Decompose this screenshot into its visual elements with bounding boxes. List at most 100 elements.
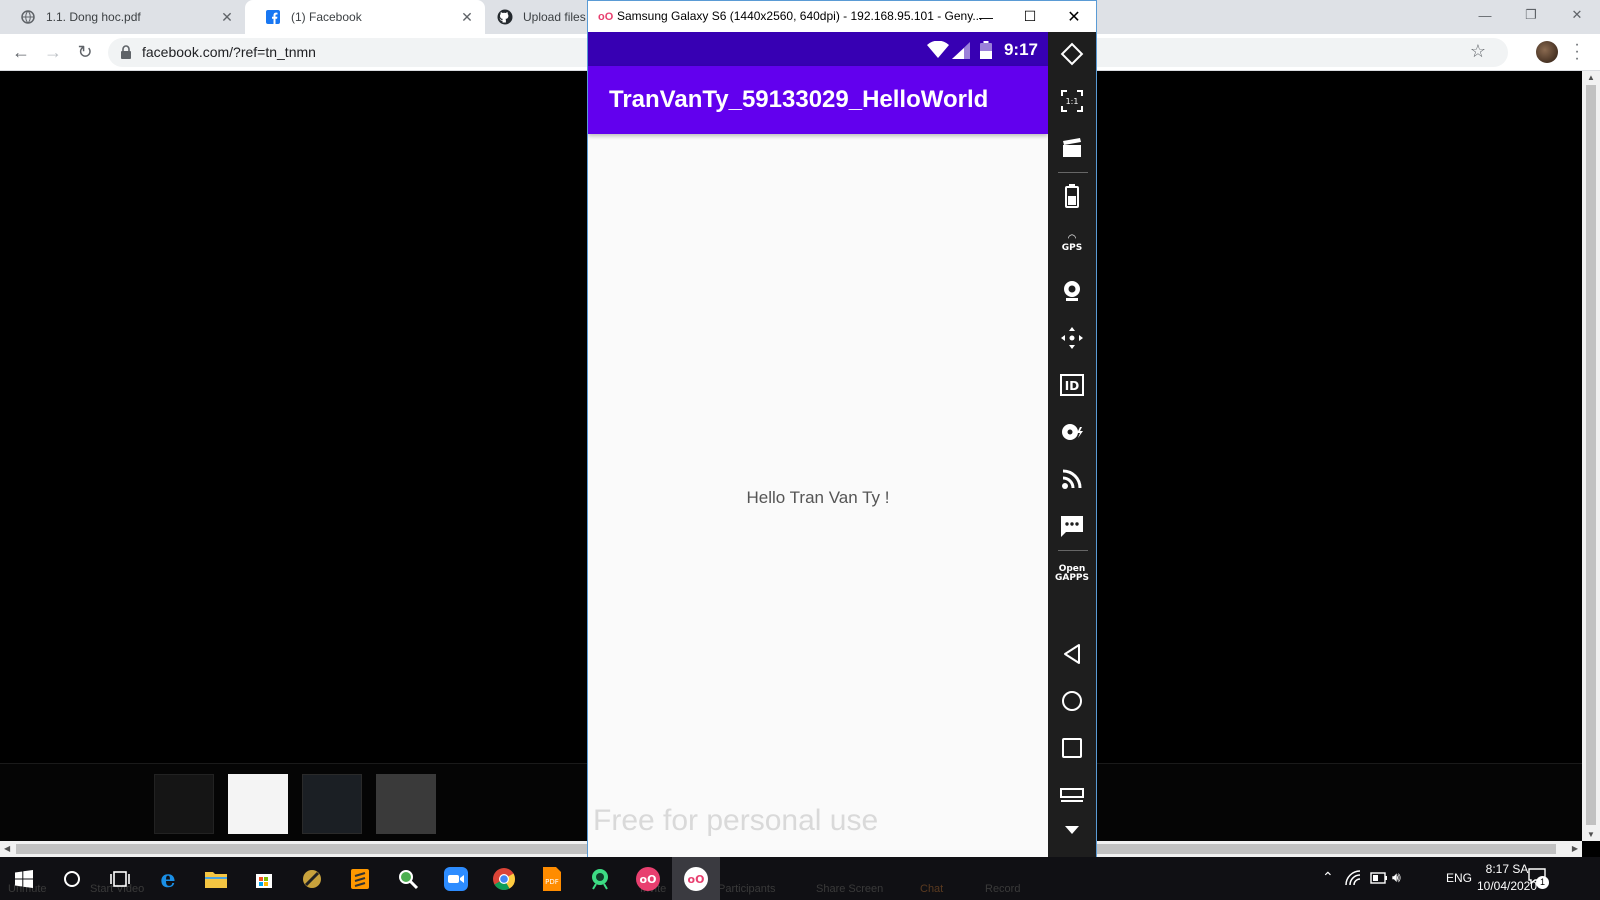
thumbnail[interactable] bbox=[376, 774, 436, 834]
home-icon[interactable] bbox=[1048, 681, 1096, 721]
taskbar-tool[interactable] bbox=[288, 857, 336, 900]
scroll-down-icon[interactable]: ▼ bbox=[1587, 830, 1595, 839]
taskbar-genymotion-player[interactable]: oO bbox=[672, 857, 720, 900]
zoom-record-label: Record bbox=[985, 883, 1021, 895]
network-icon[interactable] bbox=[1345, 870, 1363, 886]
zoom-chat-label: Chat bbox=[920, 883, 944, 895]
close-icon[interactable]: ✕ bbox=[459, 9, 475, 25]
disk-io-icon[interactable] bbox=[1048, 412, 1096, 452]
scroll-right-icon[interactable]: ▶ bbox=[1572, 844, 1578, 853]
taskbar-genymotion[interactable]: oO bbox=[624, 857, 672, 900]
avatar[interactable] bbox=[1536, 41, 1558, 63]
volume-icon[interactable]: 🔊︎ bbox=[1392, 869, 1401, 886]
url-text: facebook.com/?ref=tn_tnmn bbox=[142, 44, 316, 60]
svg-text:PDF: PDF bbox=[545, 878, 559, 886]
taskbar-search-tool[interactable] bbox=[384, 857, 432, 900]
reload-icon[interactable]: ↻ bbox=[73, 40, 97, 64]
chevron-up-icon[interactable]: ⌃ bbox=[1322, 869, 1334, 886]
task-view-button[interactable] bbox=[96, 857, 144, 900]
tab-upload-files[interactable]: Upload files bbox=[485, 0, 595, 34]
back-arrow-icon[interactable]: ← bbox=[9, 40, 33, 64]
forward-arrow-icon[interactable]: → bbox=[41, 40, 65, 64]
battery-status-icon bbox=[980, 41, 992, 59]
wifi-waves-icon: ◠ bbox=[1067, 233, 1077, 244]
pixel-perfect-icon[interactable]: 1:1 bbox=[1048, 81, 1096, 121]
close-icon[interactable]: ✕ bbox=[1052, 1, 1096, 32]
watermark: Free for personal use bbox=[593, 804, 879, 837]
status-time: 9:17 bbox=[1003, 40, 1038, 59]
emulator-title: Samsung Galaxy S6 (1440x2560, 640dpi) - … bbox=[617, 9, 983, 23]
restore-icon[interactable]: ❐ bbox=[1508, 0, 1554, 30]
search-button[interactable] bbox=[48, 857, 96, 900]
move-icon[interactable] bbox=[1048, 318, 1096, 358]
close-window-icon[interactable]: ✕ bbox=[1554, 0, 1600, 30]
scroll-left-icon[interactable]: ◀ bbox=[4, 844, 10, 853]
thumbnail[interactable] bbox=[154, 774, 214, 834]
sms-icon[interactable] bbox=[1048, 506, 1096, 546]
tool-icon bbox=[303, 869, 321, 888]
taskbar-edge[interactable]: e bbox=[144, 857, 192, 900]
github-icon bbox=[497, 9, 513, 25]
battery-tray-icon[interactable] bbox=[1370, 872, 1388, 884]
minimize-icon[interactable]: — bbox=[1462, 0, 1508, 30]
android-screen[interactable]: 9:17 TranVanTy_59133029_HelloWorld Hello… bbox=[588, 32, 1048, 857]
maximize-icon[interactable]: ☐ bbox=[1008, 1, 1052, 32]
svg-text:oO: oO bbox=[640, 873, 657, 886]
scroll-up-icon[interactable]: ▲ bbox=[1587, 73, 1595, 82]
zoom-share-screen-label: Share Screen bbox=[816, 883, 884, 895]
taskbar-sublime[interactable] bbox=[336, 857, 384, 900]
zoom-icon bbox=[444, 866, 468, 891]
more-icon[interactable] bbox=[1048, 810, 1096, 850]
taskbar-explorer[interactable] bbox=[192, 857, 240, 900]
cast-icon[interactable] bbox=[1048, 459, 1096, 499]
svg-text:oO: oO bbox=[688, 873, 705, 886]
zoom-participants-label: Participants bbox=[718, 883, 776, 895]
app-bar: TranVanTy_59133029_HelloWorld bbox=[588, 66, 1048, 134]
open-gapps-icon[interactable]: Open GAPPS bbox=[1048, 554, 1096, 594]
tab-facebook[interactable]: (1) Facebook ✕ bbox=[245, 0, 485, 34]
store-icon bbox=[256, 873, 272, 888]
start-button[interactable] bbox=[0, 857, 48, 900]
scrollbar-thumb[interactable] bbox=[1586, 85, 1596, 825]
sublime-icon bbox=[351, 868, 369, 889]
taskbar-pdf[interactable]: PDF bbox=[528, 857, 576, 900]
taskbar-chrome[interactable] bbox=[480, 857, 528, 900]
thumbnail[interactable] bbox=[302, 774, 362, 834]
taskbar-zoom[interactable] bbox=[432, 857, 480, 900]
close-icon[interactable]: ✕ bbox=[219, 9, 235, 25]
genymotion-player-icon: oO bbox=[684, 866, 708, 891]
task-view-icon bbox=[110, 870, 130, 887]
thumbnail[interactable] bbox=[228, 774, 288, 834]
windows-icon bbox=[15, 869, 33, 888]
emulator-titlebar[interactable]: oO Samsung Galaxy S6 (1440x2560, 640dpi)… bbox=[588, 1, 1096, 32]
edge-icon: e bbox=[160, 864, 176, 893]
gps-icon[interactable]: ◠ GPS bbox=[1048, 224, 1096, 264]
tab-title: Upload files bbox=[523, 10, 586, 24]
tab-dong-hoc[interactable]: 1.1. Dong hoc.pdf ✕ bbox=[0, 0, 245, 34]
lock-icon bbox=[121, 45, 131, 59]
cortana-icon bbox=[64, 870, 80, 887]
recents-icon[interactable] bbox=[1048, 728, 1096, 768]
star-icon[interactable]: ☆ bbox=[1470, 41, 1486, 62]
taskbar-android-studio[interactable] bbox=[576, 857, 624, 900]
taskbar-store[interactable] bbox=[240, 857, 288, 900]
battery-icon[interactable] bbox=[1048, 176, 1096, 216]
vertical-scrollbar[interactable]: ▲ ▼ bbox=[1582, 71, 1600, 841]
facebook-icon bbox=[265, 9, 281, 25]
wifi-icon bbox=[927, 41, 949, 58]
gps-label: GPS bbox=[1061, 243, 1083, 253]
back-icon[interactable] bbox=[1048, 634, 1096, 674]
camera-icon[interactable] bbox=[1048, 271, 1096, 311]
rotate-icon[interactable] bbox=[1048, 34, 1096, 74]
gapps-label: Open GAPPS bbox=[1054, 564, 1090, 583]
capture-icon[interactable] bbox=[1048, 128, 1096, 168]
notification-count: 1 bbox=[1536, 876, 1549, 889]
device-id-icon[interactable]: ID bbox=[1048, 365, 1096, 405]
hello-textview: Hello Tran Van Ty ! bbox=[746, 488, 890, 507]
more-vert-icon[interactable]: · · · bbox=[1572, 37, 1582, 67]
signal-icon bbox=[952, 42, 970, 59]
globe-icon bbox=[20, 9, 36, 25]
minimize-icon[interactable]: — bbox=[964, 1, 1008, 32]
notification-center[interactable]: 1 bbox=[1528, 868, 1549, 889]
genymotion-icon: oO bbox=[598, 11, 614, 23]
